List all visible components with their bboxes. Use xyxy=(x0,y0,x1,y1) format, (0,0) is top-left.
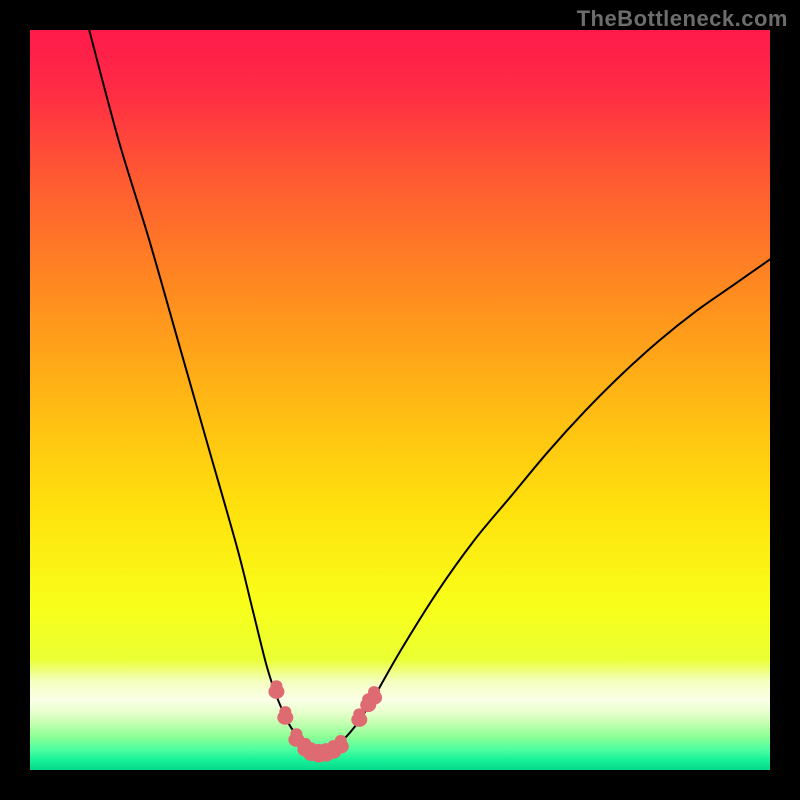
gradient-background xyxy=(30,30,770,770)
chart-svg xyxy=(30,30,770,770)
marker-dot xyxy=(270,680,282,691)
plot-area xyxy=(30,30,770,770)
marker-dot xyxy=(368,686,380,697)
chart-frame: TheBottleneck.com xyxy=(0,0,800,800)
marker-dot xyxy=(290,728,302,739)
marker-dot xyxy=(335,735,347,746)
watermark: TheBottleneck.com xyxy=(577,6,788,32)
marker-dot xyxy=(279,706,291,717)
